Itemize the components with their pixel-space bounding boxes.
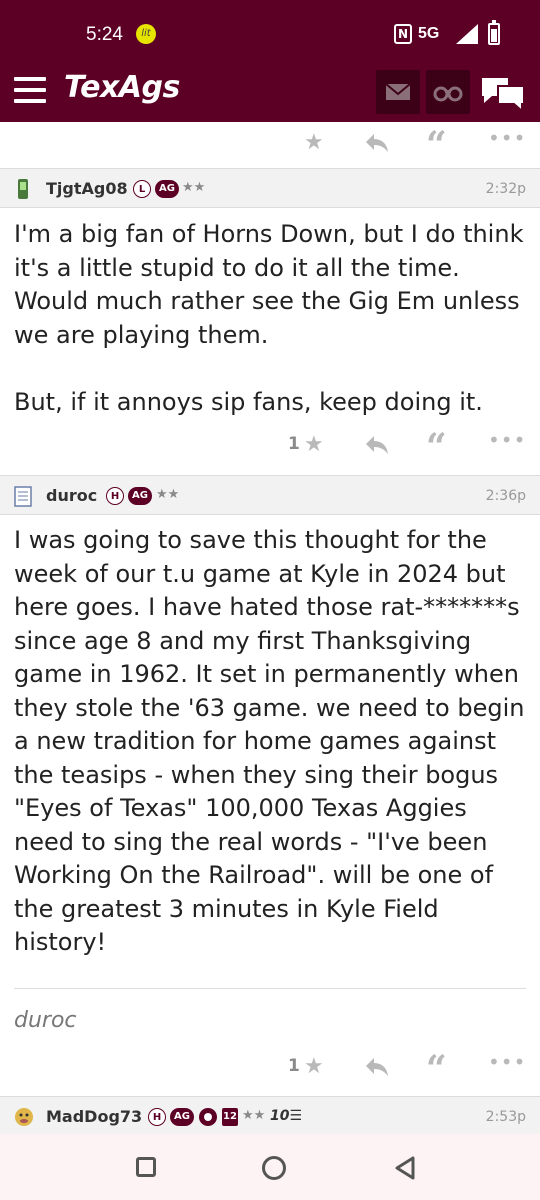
post-time: 2:36p: [485, 488, 526, 504]
post-body: I was going to save this thought for the…: [14, 526, 533, 956]
star-icon[interactable]: ★: [304, 432, 324, 457]
quote-icon[interactable]: “: [426, 1048, 447, 1090]
team-logo-icon: [199, 1108, 217, 1126]
lifetime-badge: L: [133, 180, 151, 198]
home-button[interactable]: [262, 1156, 286, 1180]
quote-icon[interactable]: “: [426, 124, 447, 166]
post-time: 2:53p: [485, 1109, 526, 1125]
username[interactable]: TjgtAg08: [46, 179, 128, 198]
post-header: TjgtAg08 L AG ★★ 2:32p: [0, 168, 540, 208]
signature-divider: [14, 988, 526, 989]
username[interactable]: duroc: [46, 486, 97, 505]
phone-user-icon: [18, 179, 28, 199]
status-bar: 5:24 lit N 5G: [0, 0, 540, 64]
reply-icon[interactable]: [364, 432, 390, 456]
star-count: 1: [288, 1056, 300, 1076]
post-actions: 1 ★ “ •••: [0, 424, 540, 468]
chat-button[interactable]: [478, 70, 528, 114]
quote-icon[interactable]: “: [426, 426, 447, 468]
ag-badge: AG: [170, 1108, 194, 1126]
binoculars-icon: [433, 86, 463, 102]
more-icon[interactable]: •••: [488, 1050, 526, 1074]
dog-avatar-icon: [15, 1108, 33, 1126]
post-actions: ★ “ •••: [0, 122, 540, 166]
post-signature: duroc: [14, 1008, 77, 1033]
star-icon[interactable]: ★: [304, 1054, 324, 1079]
status-time: 5:24: [86, 24, 123, 45]
post-body: I'm a big fan of Horns Down, but I do th…: [14, 220, 524, 416]
ag-badge: AG: [128, 487, 152, 505]
nfc-icon: N: [394, 24, 412, 44]
honor-badge: H: [106, 487, 124, 505]
ag-badge: AG: [155, 180, 179, 198]
system-nav-bar: [0, 1134, 540, 1200]
rating-stars: ★★: [182, 180, 206, 195]
ten-year-badge: 10☰: [270, 1108, 303, 1124]
reply-icon[interactable]: [364, 1054, 390, 1078]
post-header: MadDog73 H AG 12 ★★ 10☰ 2:53p: [0, 1096, 540, 1136]
honor-badge: H: [148, 1108, 166, 1126]
more-icon[interactable]: •••: [488, 126, 526, 150]
mail-icon: [385, 83, 411, 100]
site-logo[interactable]: TexAgs: [64, 70, 180, 105]
signal-icon: [456, 24, 478, 44]
star-icon[interactable]: ★: [304, 130, 324, 155]
post-header: duroc H AG ★★ 2:36p: [0, 475, 540, 515]
app-header: TexAgs: [0, 64, 540, 122]
username[interactable]: MadDog73: [46, 1107, 142, 1126]
more-icon[interactable]: •••: [488, 428, 526, 452]
post-actions: 1 ★ “ •••: [0, 1046, 540, 1090]
network-type: 5G: [418, 25, 440, 42]
app-notification-icon: lit: [136, 24, 156, 44]
rating-stars: ★★: [242, 1108, 266, 1123]
chat-bubbles-icon: [482, 78, 525, 114]
notepad-user-icon: [14, 486, 32, 507]
watching-button[interactable]: [426, 70, 470, 114]
back-button[interactable]: [394, 1156, 416, 1180]
recents-button[interactable]: [136, 1157, 156, 1177]
rating-stars: ★★: [156, 487, 180, 502]
star-count: 1: [288, 434, 300, 454]
battery-icon: [488, 20, 500, 45]
post-time: 2:32p: [485, 181, 526, 197]
hamburger-menu-icon[interactable]: [14, 77, 46, 105]
messages-button[interactable]: [376, 70, 420, 114]
reply-icon[interactable]: [364, 130, 390, 154]
twelfth-man-badge: 12: [222, 1108, 238, 1126]
